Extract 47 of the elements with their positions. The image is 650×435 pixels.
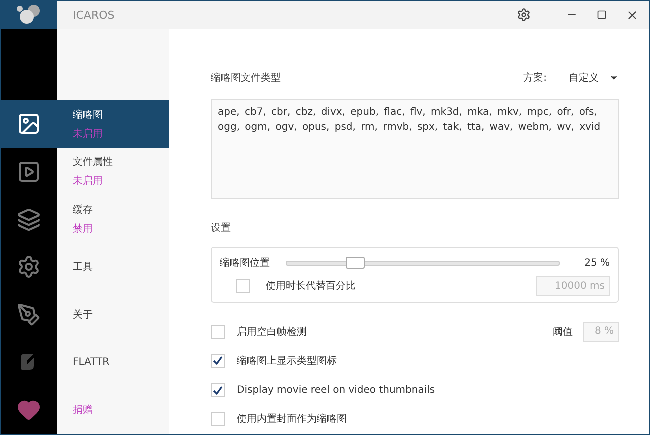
sidebar-item[interactable]: 捐赠: [1, 386, 169, 434]
scheme-label: 方案:: [524, 72, 547, 85]
checkbox[interactable]: [211, 354, 225, 368]
maximize-icon: [597, 10, 607, 20]
option-label: 启用空白帧检测: [237, 326, 308, 339]
sidebar-item[interactable]: 缩略图 未启用: [1, 100, 169, 148]
image-icon: [17, 112, 41, 136]
checkbox[interactable]: [211, 383, 225, 398]
checkbox[interactable]: [211, 412, 225, 426]
nav-status: 未启用: [73, 174, 104, 188]
sidebar-item[interactable]: 关于: [1, 291, 169, 339]
option-label: Display movie reel on video thumbnails: [237, 384, 436, 396]
position-reading: 25 %: [584, 258, 610, 269]
threshold-label: 阈值: [553, 326, 573, 339]
sidebar-item[interactable]: FLATTR: [1, 338, 169, 386]
option-label: 缩略图上显示类型图标: [237, 354, 338, 368]
settings-icon: [517, 8, 531, 22]
checkbox[interactable]: [236, 279, 250, 294]
nav-label: FLATTR: [73, 356, 111, 368]
nav-label: 缩略图: [73, 108, 104, 122]
stack-icon: [17, 208, 41, 232]
close-icon: [626, 8, 638, 22]
section-heading: 设置: [211, 222, 232, 236]
nav-status: 禁用: [73, 222, 94, 236]
checkbox[interactable]: [211, 324, 225, 339]
file-types-field[interactable]: ape, cb7, cbr, cbz, divx, epub, flac, flv, mk3d, mka, mkv, mpc, ofr, ofs, ogg, ogm, ogv, opus, psd, rm, rmvb, spx, tak, tta, wav, webm, wv, xvid: [211, 98, 619, 200]
nav-status: 未启用: [73, 128, 104, 141]
position-label: 缩略图位置: [220, 256, 270, 270]
nav-label: 文件属性: [73, 156, 114, 170]
nav-label: 关于: [73, 308, 94, 322]
nav-label: 缓存: [73, 204, 94, 218]
settings-button[interactable]: [515, 6, 533, 24]
slider-thumb[interactable]: [346, 256, 365, 269]
window-title: ICAROS: [73, 8, 116, 22]
sidebar-item[interactable]: 工具: [1, 243, 169, 292]
gear-icon: [17, 255, 41, 280]
option-label: 使用时长代替百分比: [266, 280, 357, 294]
pen-icon: [17, 302, 41, 327]
nav-label: 工具: [73, 261, 94, 274]
nav-label: 捐赠: [73, 404, 94, 418]
play-icon: [17, 160, 41, 184]
scheme-dropdown[interactable]: 自定义: [569, 70, 619, 85]
sidebar-item[interactable]: 文件属性 未启用: [1, 148, 169, 196]
heart-icon: [17, 398, 41, 422]
sidebar-item[interactable]: 缓存 禁用: [1, 196, 169, 244]
section-heading: 缩略图文件类型: [211, 72, 282, 85]
option-label: 使用内置封面作为缩略图: [237, 412, 348, 426]
